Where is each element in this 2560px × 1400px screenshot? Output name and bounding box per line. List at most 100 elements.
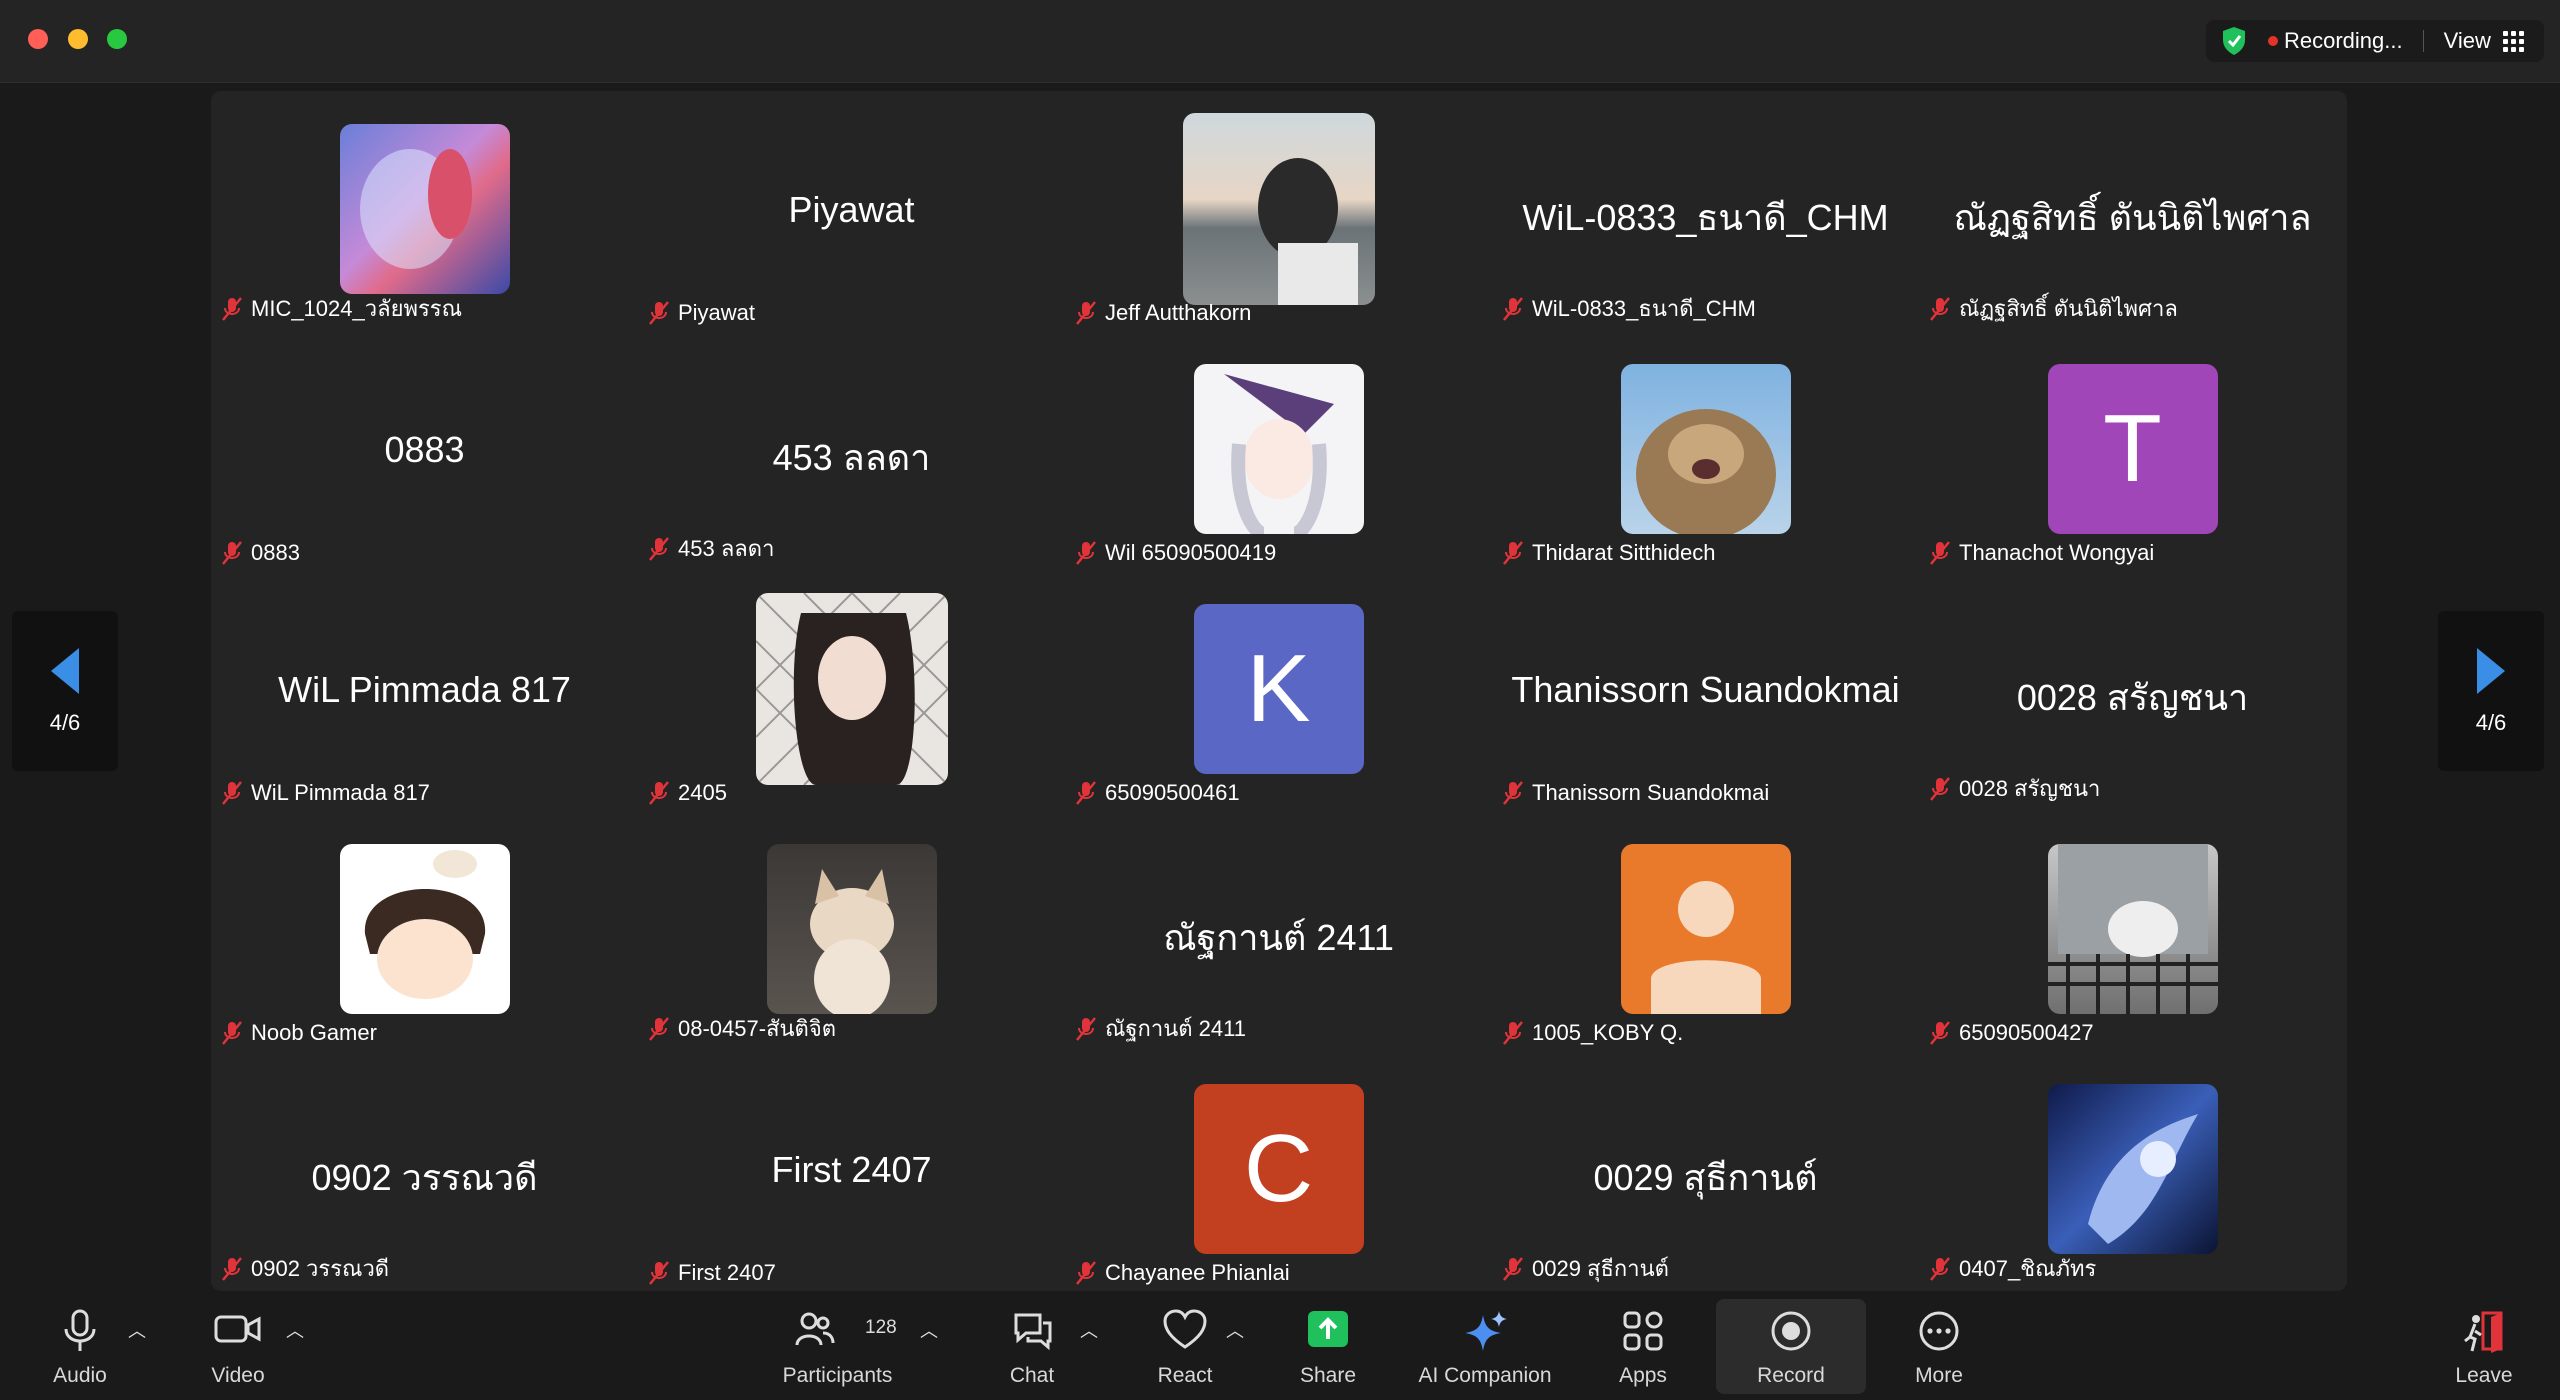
muted-mic-icon bbox=[1076, 541, 1096, 565]
ai-companion-button[interactable]: AI Companion bbox=[1405, 1299, 1565, 1394]
avatar bbox=[2047, 844, 2218, 1014]
recording-dot-icon bbox=[2268, 36, 2278, 46]
arrow-left-icon bbox=[51, 648, 79, 694]
audio-button[interactable]: Audio bbox=[30, 1299, 130, 1394]
participant-name: 453 ลลดา bbox=[678, 536, 775, 561]
avatar bbox=[339, 124, 510, 294]
muted-mic-icon bbox=[1503, 541, 1523, 565]
video-button[interactable]: Video bbox=[188, 1299, 288, 1394]
participant-name: 65090500461 bbox=[1105, 780, 1240, 805]
participant-tile[interactable]: 08-0457-สันติจิต bbox=[638, 811, 1065, 1051]
participant-tile[interactable]: 453 ลลดา 453 ลลดา bbox=[638, 331, 1065, 571]
participant-tile[interactable]: 0028 สรัญชนา 0028 สรัญชนา bbox=[1919, 571, 2346, 811]
next-page-button[interactable]: 4/6 bbox=[2438, 611, 2544, 771]
participant-tile[interactable]: 0029 สุธีกานต์ 0029 สุธีกานต์ bbox=[1492, 1051, 1919, 1291]
participant-tile[interactable]: 0902 วรรณวดี 0902 วรรณวดี bbox=[211, 1051, 638, 1291]
encryption-shield-icon[interactable] bbox=[2220, 26, 2248, 56]
participant-tile[interactable]: ณัฏฐสิทธิ์ ตันนิติไพศาล ณัฏฐสิทธิ์ ตันนิ… bbox=[1919, 91, 2346, 331]
participant-name: MIC_1024_วลัยพรรณ bbox=[251, 296, 463, 321]
muted-mic-icon bbox=[222, 781, 242, 805]
participant-display-name: ณัฏฐสิทธิ์ ตันนิติไพศาล bbox=[1953, 197, 2312, 238]
participant-name: Wil 65090500419 bbox=[1105, 540, 1277, 565]
participant-tile[interactable]: Noob Gamer bbox=[211, 811, 638, 1051]
participant-tile[interactable]: 2405 bbox=[638, 571, 1065, 811]
muted-mic-icon bbox=[649, 1261, 669, 1285]
participant-display-name: 0029 สุธีกานต์ bbox=[1593, 1157, 1818, 1198]
chat-button[interactable]: Chat bbox=[982, 1299, 1082, 1394]
participant-name: 65090500427 bbox=[1959, 1020, 2094, 1045]
participant-tile[interactable]: MIC_1024_วลัยพรรณ bbox=[211, 91, 638, 331]
leave-button[interactable]: Leave bbox=[2434, 1299, 2534, 1394]
participant-tile[interactable]: First 2407 First 2407 bbox=[638, 1051, 1065, 1291]
participant-tile[interactable]: 1005_KOBY Q. bbox=[1492, 811, 1919, 1051]
participant-tile[interactable]: 0407_ชิณภัทร bbox=[1919, 1051, 2346, 1291]
muted-mic-icon bbox=[1076, 781, 1096, 805]
participant-display-name: 0902 วรรณวดี bbox=[311, 1157, 538, 1198]
participant-count: 128 bbox=[865, 1317, 897, 1338]
participant-name: ณัฐกานต์ 2411 bbox=[1105, 1016, 1246, 1041]
page-indicator: 4/6 bbox=[2475, 710, 2507, 735]
participant-name: ณัฏฐสิทธิ์ ตันนิติไพศาล bbox=[1959, 296, 2178, 321]
participant-tile[interactable]: Thanissorn Suandokmai Thanissorn Suandok… bbox=[1492, 571, 1919, 811]
participant-name: WiL Pimmada 817 bbox=[251, 780, 430, 805]
participant-tile[interactable]: Piyawat Piyawat bbox=[638, 91, 1065, 331]
previous-page-button[interactable]: 4/6 bbox=[12, 611, 118, 771]
record-button[interactable]: Record bbox=[1716, 1299, 1866, 1394]
participant-display-name: First 2407 bbox=[771, 1149, 932, 1190]
participant-name: Jeff Autthakorn bbox=[1105, 300, 1252, 325]
chat-icon bbox=[1014, 1313, 1052, 1351]
video-options-chevron-icon[interactable]: ︿ bbox=[286, 1317, 304, 1343]
participant-gallery: MIC_1024_วลัยพรรณ Piyawat Piyawat Jeff A… bbox=[211, 91, 2347, 1291]
more-icon bbox=[1919, 1311, 1959, 1351]
participant-tile[interactable]: C Chayanee Phianlai bbox=[1065, 1051, 1492, 1291]
share-button[interactable]: Share bbox=[1278, 1299, 1378, 1394]
divider bbox=[2422, 30, 2424, 52]
participant-tile[interactable]: Thidarat Sitthidech bbox=[1492, 331, 1919, 571]
react-options-chevron-icon[interactable]: ︿ bbox=[1226, 1317, 1244, 1343]
minimize-window-button[interactable] bbox=[68, 29, 88, 49]
muted-mic-icon bbox=[1076, 301, 1096, 325]
muted-mic-icon bbox=[222, 1256, 242, 1281]
muted-mic-icon bbox=[1930, 1021, 1950, 1045]
recording-label[interactable]: Recording... bbox=[2284, 28, 2403, 54]
participant-tile[interactable]: Jeff Autthakorn bbox=[1065, 91, 1492, 331]
participant-display-name: WiL Pimmada 817 bbox=[278, 669, 571, 710]
participant-display-name: Piyawat bbox=[788, 189, 915, 230]
participant-tile[interactable]: T Thanachot Wongyai bbox=[1919, 331, 2346, 571]
sparkle-icon bbox=[1465, 1311, 1507, 1351]
participant-tile[interactable]: 0883 0883 bbox=[211, 331, 638, 571]
apps-label: Apps bbox=[1619, 1364, 1667, 1387]
participants-label: Participants bbox=[782, 1364, 893, 1387]
muted-mic-icon bbox=[649, 781, 669, 805]
muted-mic-icon bbox=[649, 536, 669, 561]
grid-view-icon[interactable] bbox=[2502, 30, 2524, 52]
participant-display-name: 0883 bbox=[384, 429, 465, 470]
participant-name: 0407_ชิณภัทร bbox=[1959, 1256, 2097, 1281]
participants-options-chevron-icon[interactable]: ︿ bbox=[920, 1317, 938, 1343]
participant-display-name: WiL-0833_ธนาดี_CHM bbox=[1522, 197, 1889, 238]
participant-tile[interactable]: WiL-0833_ธนาดี_CHM WiL-0833_ธนาดี_CHM bbox=[1492, 91, 1919, 331]
participant-tile[interactable]: Wil 65090500419 bbox=[1065, 331, 1492, 571]
participant-name: Thanissorn Suandokmai bbox=[1532, 780, 1770, 805]
participant-tile[interactable]: K 65090500461 bbox=[1065, 571, 1492, 811]
participant-tile[interactable]: 65090500427 bbox=[1919, 811, 2346, 1051]
muted-mic-icon bbox=[1503, 1021, 1523, 1045]
avatar bbox=[339, 844, 510, 1014]
audio-options-chevron-icon[interactable]: ︿ bbox=[128, 1317, 146, 1343]
more-button[interactable]: More bbox=[1889, 1299, 1989, 1394]
apps-button[interactable]: Apps bbox=[1593, 1299, 1693, 1394]
participant-tile[interactable]: WiL Pimmada 817 WiL Pimmada 817 bbox=[211, 571, 638, 811]
avatar bbox=[1193, 364, 1364, 534]
participant-tile[interactable]: ณัฐกานต์ 2411 ณัฐกานต์ 2411 bbox=[1065, 811, 1492, 1051]
view-button-label[interactable]: View bbox=[2444, 28, 2491, 54]
meeting-toolbar: Audio ︿ Video ︿ 128 Participants ︿ Chat … bbox=[0, 1291, 2560, 1400]
react-button[interactable]: React bbox=[1135, 1299, 1235, 1394]
avatar-initial: K bbox=[1193, 604, 1364, 774]
chat-options-chevron-icon[interactable]: ︿ bbox=[1080, 1317, 1098, 1343]
participants-button[interactable]: 128 Participants bbox=[770, 1299, 905, 1394]
muted-mic-icon bbox=[649, 1016, 669, 1041]
close-window-button[interactable] bbox=[28, 29, 48, 49]
recording-status-pill: Recording... View bbox=[2206, 20, 2544, 62]
page-indicator: 4/6 bbox=[49, 710, 81, 735]
zoom-window-button[interactable] bbox=[107, 29, 127, 49]
